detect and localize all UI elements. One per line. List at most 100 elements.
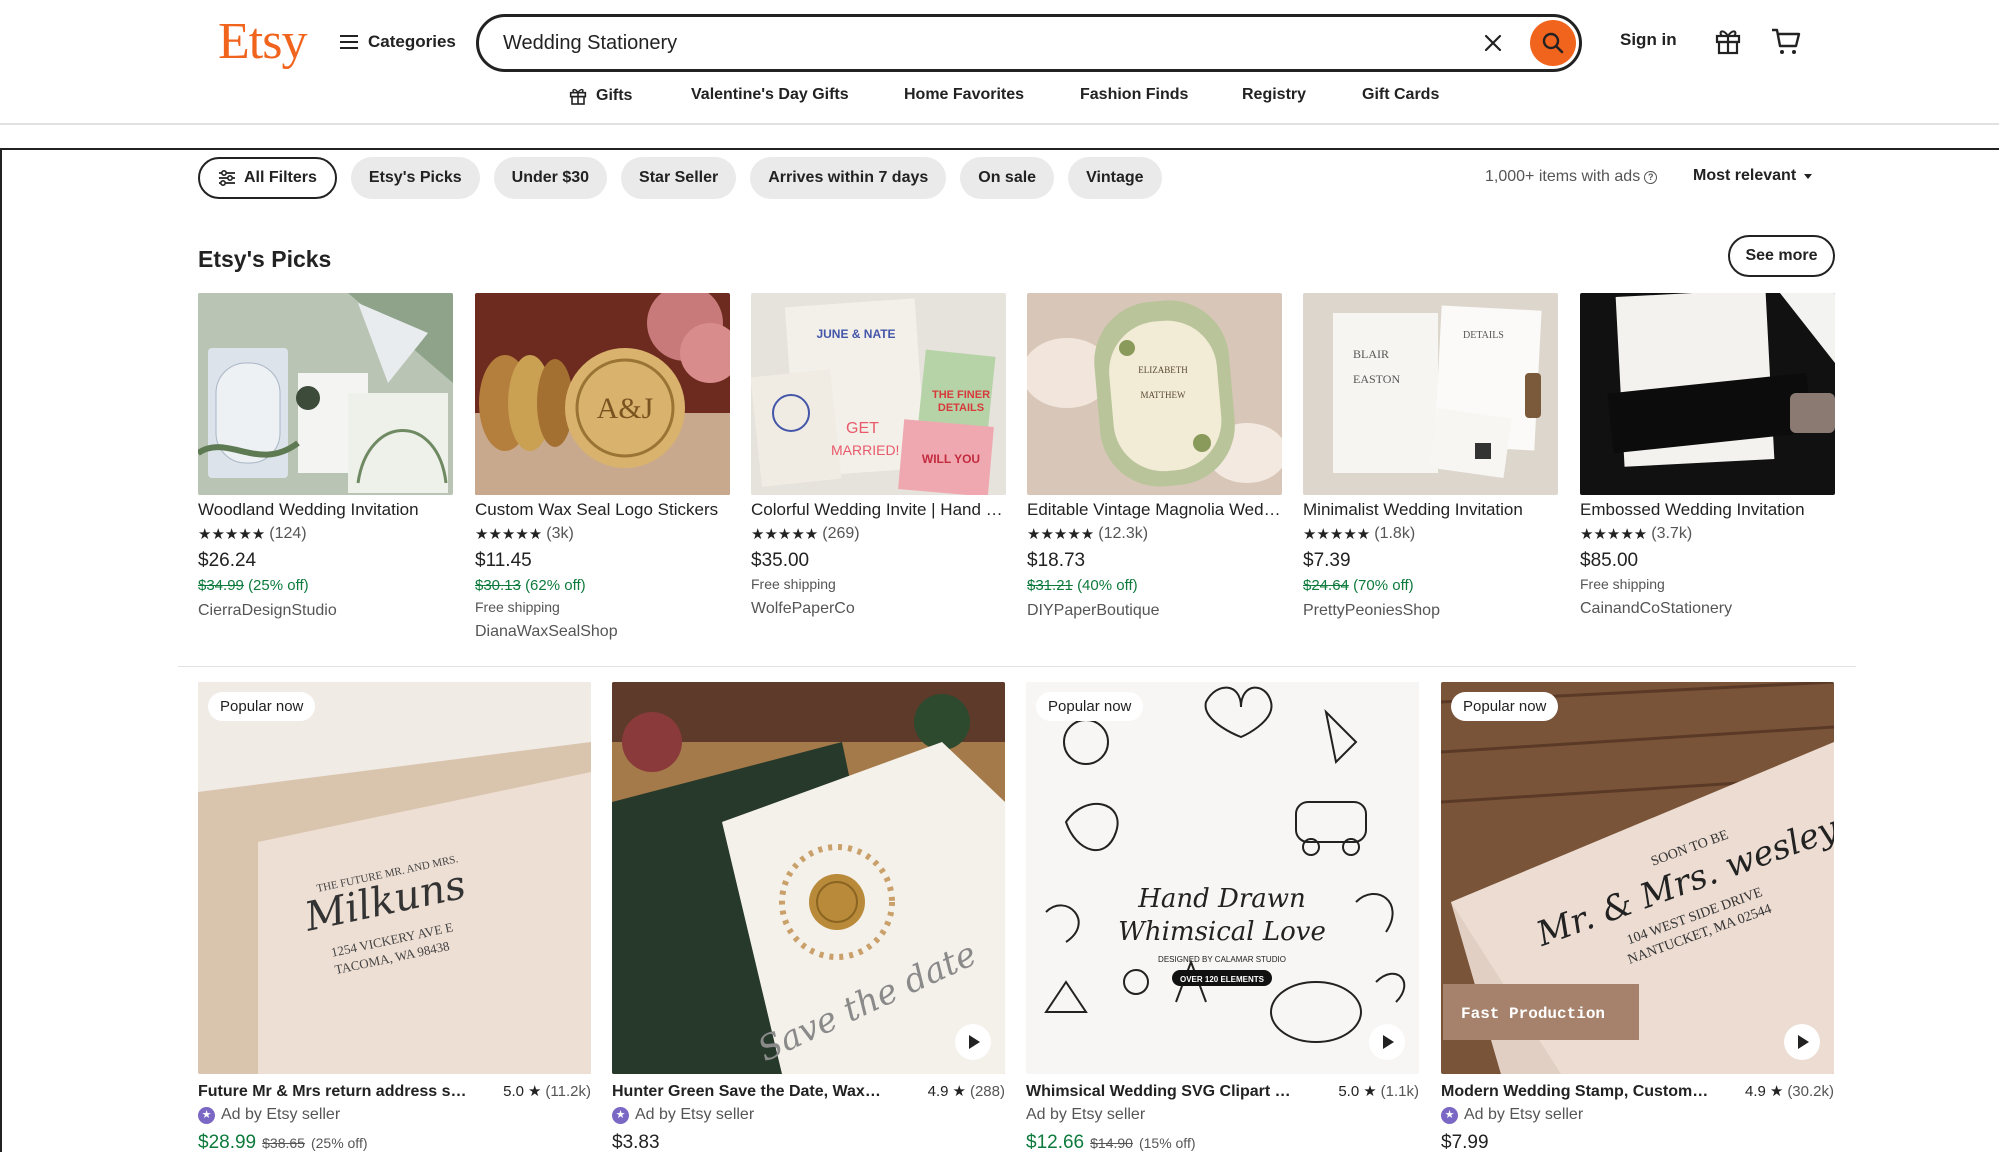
listing-image[interactable]: ELIZABETH MATTHEW [1027, 293, 1282, 495]
original-price: $38.65 [262, 1135, 305, 1151]
svg-text:MATTHEW: MATTHEW [1141, 390, 1186, 400]
svg-text:A&J: A&J [597, 392, 654, 425]
search-input[interactable] [503, 31, 1463, 55]
play-video-button[interactable] [1784, 1024, 1820, 1060]
listing-title[interactable]: Future Mr & Mrs return address stamp [198, 1082, 468, 1102]
listing-price: $35.00 [751, 550, 810, 571]
see-more-button[interactable]: See more [1728, 235, 1835, 277]
listing-card[interactable]: BLAIR EASTON DETAILS Minimalist Wedding … [1303, 293, 1558, 622]
listing-image[interactable]: Save the date [612, 682, 1005, 1074]
clipart-designer: DESIGNED BY CALAMAR STUDIO [1158, 955, 1286, 964]
nav-valentines[interactable]: Valentine's Day Gifts [691, 86, 849, 104]
listing-image[interactable]: THE FUTURE MR. AND MRS. Milkuns 1254 VIC… [198, 682, 591, 1074]
filter-chip-on-sale[interactable]: On sale [960, 157, 1055, 199]
nav-gifts[interactable]: Gifts [568, 86, 632, 106]
shop-name[interactable]: CainandCoStationery [1580, 598, 1835, 620]
info-icon[interactable]: ? [1644, 170, 1658, 184]
stars-icon: ★★★★★ [751, 526, 819, 543]
listing-rating: ★★★★★ (3.7k) [1580, 523, 1835, 545]
stars-icon: ★★★★★ [1027, 526, 1095, 543]
sign-in-link[interactable]: Sign in [1620, 30, 1677, 50]
shop-name[interactable]: DianaWaxSealShop [475, 621, 730, 643]
rating-score: 4.9 [1745, 1083, 1766, 1100]
star-icon: ★ [952, 1083, 966, 1100]
listing-rating: ★★★★★ (3k) [475, 523, 730, 545]
etsy-logo[interactable]: Etsy [218, 12, 307, 71]
filter-chip-under-30[interactable]: Under $30 [493, 157, 608, 199]
ad-by-seller: ★ Ad by Etsy seller [612, 1104, 1005, 1126]
listing-title[interactable]: Editable Vintage Magnolia Wedding [1027, 499, 1282, 521]
shop-name[interactable]: DIYPaperBoutique [1027, 600, 1282, 622]
ad-label: Ad by Etsy seller [221, 1106, 341, 1123]
listing-title[interactable]: Custom Wax Seal Logo Stickers [475, 499, 730, 521]
star-icon: ★ [1769, 1083, 1784, 1100]
review-count: (11.2k) [545, 1083, 591, 1100]
listing-price: $28.99 [198, 1132, 257, 1152]
review-count: (3k) [546, 525, 574, 542]
filter-chip-etsys-picks[interactable]: Etsy's Picks [350, 157, 480, 199]
listing-image[interactable]: SOON TO BE Mr. & Mrs. wesley 104 WEST SI… [1441, 682, 1834, 1074]
listing-image[interactable]: Hand Drawn Whimsical Love DESIGNED BY CA… [1026, 682, 1419, 1074]
nav-home-favorites[interactable]: Home Favorites [904, 86, 1024, 104]
shop-name[interactable]: CierraDesignStudio [198, 600, 453, 622]
listing-image[interactable] [198, 293, 453, 495]
discount-percent: (25% off) [248, 577, 309, 594]
listing-card[interactable]: JUNE & NATE GET MARRIED! THE FINER DETAI… [751, 293, 1006, 620]
listing-title[interactable]: Modern Wedding Stamp, Custom Address [1441, 1082, 1711, 1102]
search-button[interactable] [1530, 20, 1576, 66]
sort-dropdown[interactable]: Most relevant [1693, 167, 1813, 185]
listing-discount: $30.13 (62% off) [475, 576, 730, 596]
shop-name[interactable]: WolfePaperCo [751, 598, 1006, 620]
listing-price-row: $7.99 [1441, 1132, 1834, 1152]
ad-listing-card[interactable]: THE FUTURE MR. AND MRS. Milkuns 1254 VIC… [198, 682, 591, 1152]
filter-chip-arrives-7-days[interactable]: Arrives within 7 days [750, 157, 947, 199]
review-count: (12.3k) [1098, 525, 1149, 542]
play-video-button[interactable] [955, 1024, 991, 1060]
popular-now-badge: Popular now [1036, 692, 1144, 721]
original-price: $34.99 [198, 577, 244, 594]
filter-bar: All Filters Etsy's Picks Under $30 Star … [198, 157, 1162, 199]
nav-gift-cards[interactable]: Gift Cards [1362, 86, 1439, 104]
listing-card[interactable]: ELIZABETH MATTHEW Editable Vintage Magno… [1027, 293, 1282, 622]
listing-title[interactable]: Colorful Wedding Invite | Hand drawn [751, 499, 1006, 521]
nav-fashion-finds[interactable]: Fashion Finds [1080, 86, 1188, 104]
cart-icon[interactable] [1770, 26, 1802, 56]
free-shipping: Free shipping [475, 599, 560, 615]
ad-listing-card[interactable]: Save the date Hunter Green Save the Date… [612, 682, 1005, 1152]
ad-listing-card[interactable]: Hand Drawn Whimsical Love DESIGNED BY CA… [1026, 682, 1419, 1152]
listing-image[interactable]: JUNE & NATE GET MARRIED! THE FINER DETAI… [751, 293, 1006, 495]
svg-text:THE FINER: THE FINER [932, 389, 990, 401]
listing-title[interactable]: Embossed Wedding Invitation [1580, 499, 1835, 521]
listing-card[interactable]: Embossed Wedding Invitation ★★★★★ (3.7k)… [1580, 293, 1835, 620]
categories-button[interactable]: Categories [340, 26, 456, 58]
listing-image[interactable]: BLAIR EASTON DETAILS [1303, 293, 1558, 495]
clear-search-icon[interactable] [1481, 31, 1505, 55]
play-video-button[interactable] [1369, 1024, 1405, 1060]
listing-title[interactable]: Hunter Green Save the Date, Wax Seal [612, 1082, 882, 1102]
listing-title[interactable]: Minimalist Wedding Invitation [1303, 499, 1558, 521]
filter-chip-star-seller[interactable]: Star Seller [621, 157, 737, 199]
listing-rating: ★★★★★ (124) [198, 523, 453, 545]
menu-icon [340, 35, 358, 49]
star-icon: ★ [1363, 1083, 1377, 1100]
listing-title[interactable]: Whimsical Wedding SVG Clipart Bundle [1026, 1082, 1296, 1102]
ad-listing-card[interactable]: SOON TO BE Mr. & Mrs. wesley 104 WEST SI… [1441, 682, 1834, 1152]
nav-registry[interactable]: Registry [1242, 86, 1306, 104]
shop-name[interactable]: PrettyPeoniesShop [1303, 600, 1558, 622]
listing-title[interactable]: Woodland Wedding Invitation [198, 499, 453, 521]
svg-text:ELIZABETH: ELIZABETH [1138, 365, 1188, 375]
listing-image[interactable]: A&J [475, 293, 730, 495]
filter-chip-vintage[interactable]: Vintage [1068, 157, 1162, 199]
rating-score: 4.9 [927, 1083, 949, 1100]
listing-card[interactable]: Woodland Wedding Invitation ★★★★★ (124) … [198, 293, 453, 622]
all-filters-button[interactable]: All Filters [198, 157, 337, 199]
discount-percent: (40% off) [1077, 577, 1138, 594]
gift-icon[interactable] [1713, 26, 1743, 56]
popular-now-badge: Popular now [208, 692, 316, 721]
star-seller-icon: ★ [198, 1106, 215, 1124]
rating-score: 5.0 [1338, 1083, 1360, 1100]
listing-card[interactable]: A&J Custom Wax Seal Logo Stickers ★★★★★ … [475, 293, 730, 643]
listing-image[interactable] [1580, 293, 1835, 495]
results-count: 1,000+ items with ads ? [1485, 168, 1658, 186]
listing-rating: ★★★★★ (12.3k) [1027, 523, 1282, 545]
